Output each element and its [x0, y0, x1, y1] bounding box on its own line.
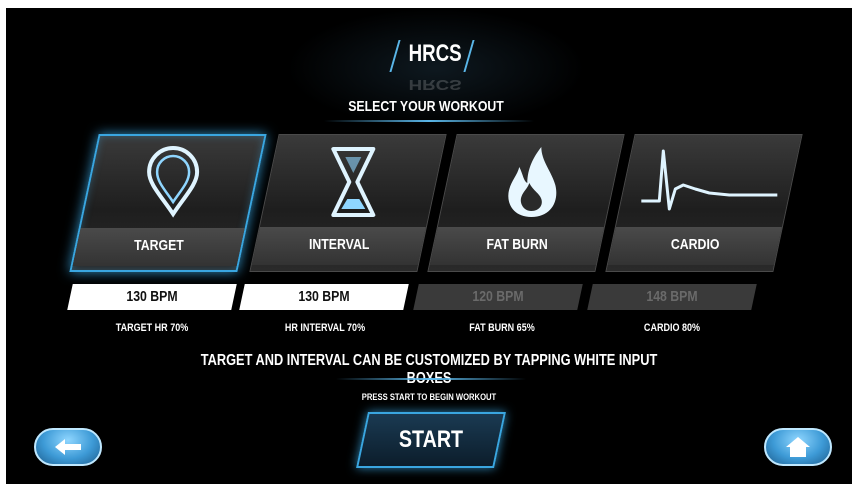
- map-pin-icon: [91, 136, 255, 222]
- arrow-left-icon: [55, 439, 81, 455]
- caption-cardio: CARDIO 80%: [643, 322, 701, 334]
- start-label: START: [398, 426, 464, 453]
- cardio-bpm-display: 148 BPM: [587, 284, 757, 310]
- start-button[interactable]: START: [356, 412, 506, 468]
- hourglass-icon: [270, 135, 436, 221]
- hrcs-screen: HRCS HRCS SELECT YOUR WORKOUT TARGET INT…: [6, 8, 852, 484]
- home-icon: [786, 437, 810, 457]
- cardio-bpm-value: 148 BPM: [646, 288, 698, 305]
- workout-label-interval: INTERVAL: [308, 236, 370, 253]
- fat-burn-bpm-display: 120 BPM: [413, 284, 583, 310]
- interval-bpm-value: 130 BPM: [298, 288, 350, 305]
- caption-fat-burn: FAT BURN 65%: [469, 322, 535, 334]
- customize-hint: TARGET AND INTERVAL CAN BE CUSTOMIZED BY…: [200, 352, 658, 387]
- title-slash-left: [389, 40, 401, 72]
- interval-bpm-input[interactable]: 130 BPM: [239, 284, 409, 310]
- workout-card-fat-burn[interactable]: FAT BURN: [427, 134, 625, 272]
- home-button[interactable]: [764, 428, 832, 466]
- workout-label-fat-burn: FAT BURN: [486, 236, 548, 253]
- flame-icon: [448, 135, 614, 221]
- workout-label-cardio: CARDIO: [670, 236, 720, 253]
- press-start-text: PRESS START TO BEGIN WORKOUT: [361, 392, 497, 402]
- caption-target: TARGET HR 70%: [115, 322, 189, 334]
- workout-label-target: TARGET: [134, 237, 184, 254]
- workout-card-interval[interactable]: INTERVAL: [249, 134, 447, 272]
- hint-underline: [336, 378, 526, 380]
- page-subtitle: SELECT YOUR WORKOUT: [348, 98, 504, 115]
- page-title: HRCS: [408, 40, 462, 67]
- back-button[interactable]: [34, 428, 102, 466]
- target-bpm-value: 130 BPM: [126, 288, 178, 305]
- page-title-reflection: HRCS: [408, 76, 462, 93]
- target-bpm-input[interactable]: 130 BPM: [67, 284, 237, 310]
- workout-card-cardio[interactable]: CARDIO: [605, 134, 803, 272]
- workout-card-target[interactable]: TARGET: [69, 134, 267, 272]
- title-slash-right: [463, 40, 475, 72]
- caption-interval: HR INTERVAL 70%: [284, 322, 366, 334]
- subtitle-underline: [324, 120, 534, 122]
- heartbeat-icon: [626, 135, 792, 221]
- fat-burn-bpm-value: 120 BPM: [472, 288, 524, 305]
- title-block: HRCS HRCS: [376, 38, 486, 92]
